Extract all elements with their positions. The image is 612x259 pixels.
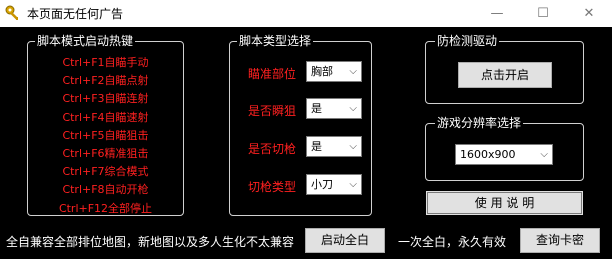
window-title: 本页面无任何广告	[27, 7, 124, 21]
aim-part-label: 瞄准部位	[248, 67, 297, 81]
switch-type-select[interactable]: 小刀 ⌵	[306, 174, 362, 195]
hotkey-item: Ctrl+F2自瞄点射	[62, 74, 149, 88]
hotkey-item: Ctrl+F8自动开枪	[62, 183, 149, 197]
hotkeys-group-title: 脚本模式启动热键	[35, 34, 136, 49]
chevron-down-icon: ⌵	[349, 103, 357, 114]
client-area: 脚本模式启动热键 Ctrl+F1自瞄手动 Ctrl+F2自瞄点射 Ctrl+F3自瞄…	[0, 27, 612, 259]
switch-type-value: 小刀	[311, 178, 333, 191]
enable-driver-button[interactable]: 点击开启	[458, 62, 552, 88]
hotkey-item: Ctrl+F6精准狙击	[62, 147, 149, 161]
instant-aim-select[interactable]: 是 ⌵	[306, 98, 362, 119]
instant-aim-value: 是	[311, 102, 322, 115]
switch-gun-value: 是	[311, 140, 322, 153]
resolution-group-title: 游戏分辨率选择	[435, 116, 524, 131]
resolution-select[interactable]: 1600x900 ⌵	[455, 144, 553, 165]
aim-part-value: 胸部	[311, 65, 333, 78]
hotkey-item: Ctrl+F4自瞄速射	[62, 110, 149, 124]
hotkeys-group: 脚本模式启动热键 Ctrl+F1自瞄手动 Ctrl+F2自瞄点射 Ctrl+F3自瞄…	[27, 34, 184, 218]
hotkey-item: Ctrl+F12全部停止	[58, 201, 153, 215]
minimize-button[interactable]: —	[474, 0, 520, 27]
key-app-icon	[4, 4, 22, 22]
script-type-group-title: 脚本类型选择	[237, 34, 314, 49]
maximize-button[interactable]: ☐	[520, 0, 566, 27]
switch-gun-label: 是否切枪	[248, 142, 297, 156]
hotkey-item: Ctrl+F3自瞄连射	[62, 92, 149, 106]
hotkey-item: Ctrl+F1自瞄手动	[62, 56, 149, 69]
chevron-down-icon: ⌵	[540, 149, 548, 160]
script-type-group: 脚本类型选择 瞄准部位 胸部 ⌵ 是否瞬狙 是 ⌵ 是否切枪 是 ⌵ 切枪类型 …	[229, 34, 372, 216]
resolution-group: 游戏分辨率选择 1600x900 ⌵	[425, 116, 584, 181]
hotkey-item: Ctrl+F5自瞄狙击	[62, 128, 149, 142]
usage-instructions-button[interactable]: 使 用 说 明	[425, 190, 584, 216]
hotkey-item: Ctrl+F7综合模式	[62, 165, 149, 179]
hotkey-list: Ctrl+F1自瞄手动 Ctrl+F2自瞄点射 Ctrl+F3自瞄连射 Ctrl+F4…	[28, 54, 183, 218]
permanent-note: 一次全白，永久有效	[398, 235, 507, 249]
compat-note: 全自兼容全部排位地图，新地图以及多人生化不太兼容	[6, 235, 295, 249]
title-bar: 本页面无任何广告 — ☐ ✕	[0, 0, 612, 27]
instant-aim-label: 是否瞬狙	[248, 104, 297, 118]
switch-type-label: 切枪类型	[248, 180, 297, 194]
aim-part-select[interactable]: 胸部 ⌵	[306, 61, 362, 82]
start-all-button[interactable]: 启动全白	[305, 228, 385, 253]
anti-detect-group: 防检测驱动 点击开启	[425, 34, 584, 104]
anti-detect-group-title: 防检测驱动	[435, 34, 500, 49]
resolution-value: 1600x900	[460, 148, 516, 161]
chevron-down-icon: ⌵	[349, 141, 357, 152]
chevron-down-icon: ⌵	[349, 179, 357, 190]
query-card-button[interactable]: 查询卡密	[520, 228, 600, 253]
close-button[interactable]: ✕	[566, 0, 612, 27]
switch-gun-select[interactable]: 是 ⌵	[306, 136, 362, 157]
chevron-down-icon: ⌵	[349, 66, 357, 77]
